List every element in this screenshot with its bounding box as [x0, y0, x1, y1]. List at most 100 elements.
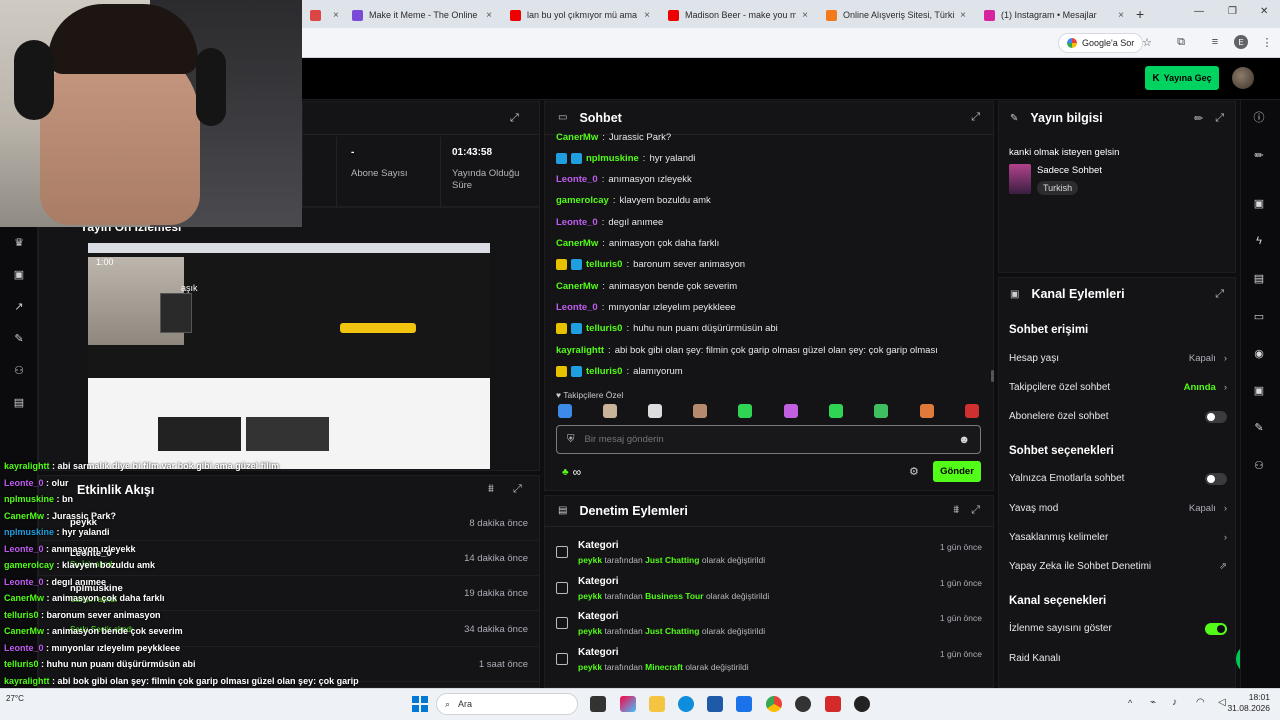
chat-username[interactable]: telluris0	[586, 259, 622, 270]
edge-icon[interactable]	[678, 696, 694, 712]
close-tab-icon[interactable]: ×	[1118, 10, 1124, 21]
send-button[interactable]: Gönder	[933, 461, 981, 482]
chrome-icon[interactable]	[766, 696, 782, 712]
browser-tab[interactable]: Madison Beer - make you mine ×	[660, 4, 816, 26]
expand-icon[interactable]: ⤢	[510, 112, 519, 125]
edit-icon[interactable]: ✏	[1194, 112, 1203, 125]
browser-tab[interactable]: Online Alışveriş Sitesi, Türkiye' ×	[818, 4, 974, 26]
filter-icon[interactable]: ⩩	[953, 504, 959, 517]
info-icon[interactable]: ⓘ	[1250, 108, 1268, 126]
stream-preview[interactable]: 1:00 aşık	[88, 243, 490, 469]
chat-points[interactable]: ♣ ∞	[562, 465, 581, 479]
chat-username[interactable]: nplmuskine	[586, 153, 639, 164]
chat-username[interactable]: telluris0	[586, 366, 622, 377]
microphone-icon[interactable]: ♪	[1172, 697, 1177, 708]
go-live-button[interactable]: K Yayına Geç	[1145, 66, 1219, 90]
subscribers-only-toggle[interactable]	[1205, 410, 1227, 423]
emote-icon[interactable]	[558, 404, 572, 418]
chat-username[interactable]: CanerMw	[556, 238, 598, 249]
store-icon[interactable]	[707, 696, 723, 712]
chat-username[interactable]: CanerMw	[556, 132, 598, 143]
moderation-user[interactable]: peykk	[578, 626, 602, 636]
menu-list-icon[interactable]: ≡	[1208, 35, 1222, 49]
extensions-icon[interactable]: ⧉	[1174, 35, 1188, 49]
filter-icon[interactable]: ⩩	[488, 483, 494, 496]
weather-widget[interactable]: 27°C	[6, 694, 24, 703]
video-icon[interactable]: ▣	[10, 265, 28, 283]
browser-tab[interactable]: Make it Meme - The Online Me ×	[344, 4, 500, 26]
chat-username[interactable]: gamerolcay	[556, 195, 609, 206]
close-tab-icon[interactable]: ×	[486, 10, 492, 21]
moderation-user[interactable]: peykk	[578, 662, 602, 672]
emote-icon[interactable]	[784, 404, 798, 418]
emoji-icon[interactable]: ☻	[958, 434, 970, 446]
chat-username[interactable]: kayralightt	[556, 345, 604, 356]
emote-icon[interactable]	[603, 404, 617, 418]
emote-only-toggle[interactable]	[1205, 472, 1227, 485]
close-tab-icon[interactable]: ×	[960, 10, 966, 21]
file-explorer-icon[interactable]	[649, 696, 665, 712]
wrench-icon[interactable]: ✎	[10, 329, 28, 347]
trophy-icon[interactable]: ♛	[10, 233, 28, 251]
close-tab-icon[interactable]: ×	[333, 10, 339, 21]
chat-username[interactable]: Leonte_0	[556, 302, 598, 313]
analytics-icon[interactable]: ↗	[10, 297, 28, 315]
tray-chevron-icon[interactable]: ^	[1128, 698, 1132, 708]
kebab-menu-icon[interactable]: ⋮	[1260, 35, 1274, 49]
emote-icon[interactable]	[874, 404, 888, 418]
windows-start-icon[interactable]	[412, 696, 428, 712]
emote-icon[interactable]	[920, 404, 934, 418]
community-icon[interactable]: ⚇	[10, 361, 28, 379]
chat-icon[interactable]: ▭	[1250, 307, 1268, 325]
followers-only-row[interactable]: Takipçilere özel sohbet Anında ›	[1000, 373, 1236, 402]
chat-input-box[interactable]: ⛨ ☻	[556, 425, 981, 454]
expand-icon[interactable]: ⤢	[513, 483, 522, 496]
emote-icon[interactable]	[648, 404, 662, 418]
expand-icon[interactable]: ⤢	[971, 111, 980, 124]
browser-tab[interactable]: lan bu yol çıkmıyor mü ama he ×	[502, 4, 658, 26]
edit-icon[interactable]: ✏	[1250, 146, 1268, 164]
clock[interactable]: 18:01 31.08.2026	[1222, 692, 1270, 714]
list-icon[interactable]: ▤	[1250, 269, 1268, 287]
player-icon[interactable]	[854, 696, 870, 712]
chat-message-input[interactable]	[584, 434, 949, 445]
emote-icon[interactable]	[693, 404, 707, 418]
network-icon[interactable]: ⌁	[1150, 697, 1156, 708]
video-icon[interactable]: ▣	[1250, 194, 1268, 212]
expand-icon[interactable]: ⤢	[971, 504, 980, 517]
emote-icon[interactable]	[965, 404, 979, 418]
user-avatar[interactable]	[1232, 67, 1254, 89]
moderation-user[interactable]: peykk	[578, 591, 602, 601]
raid-row[interactable]: Raid Kanalı	[1000, 644, 1236, 673]
task-view-icon[interactable]	[590, 696, 606, 712]
show-viewers-toggle[interactable]	[1205, 622, 1227, 635]
browser-tab[interactable]: (1) Instagram • Mesajlar ×	[976, 4, 1132, 26]
chat-scrollbar[interactable]	[991, 370, 994, 382]
moderation-user[interactable]: peykk	[578, 555, 602, 565]
close-tab-icon[interactable]: ×	[802, 10, 808, 21]
wifi-icon[interactable]: ◠	[1196, 697, 1205, 708]
chat-username[interactable]: Leonte_0	[556, 174, 598, 185]
close-window-button[interactable]: ✕	[1260, 6, 1268, 17]
lightning-icon[interactable]: ϟ	[1250, 232, 1268, 250]
profile-avatar[interactable]: E	[1234, 35, 1248, 49]
copilot-icon[interactable]	[620, 696, 636, 712]
community-icon[interactable]: ⚇	[1250, 456, 1268, 474]
expand-icon[interactable]: ⤢	[1215, 288, 1224, 301]
browser-tab[interactable]: le R×	[302, 4, 342, 26]
clipboard-icon[interactable]: ▣	[1250, 381, 1268, 399]
emote-icon[interactable]	[738, 404, 752, 418]
record-icon[interactable]: ◉	[1250, 344, 1268, 362]
mail-icon[interactable]	[736, 696, 752, 712]
expand-icon[interactable]: ⤢	[1215, 112, 1224, 125]
slow-mode-row[interactable]: Yavaş mod Kapalı ›	[1000, 494, 1236, 523]
shop-icon[interactable]: ▤	[10, 393, 28, 411]
chat-username[interactable]: CanerMw	[556, 281, 598, 292]
maximize-button[interactable]: ❐	[1228, 6, 1237, 17]
obs-icon[interactable]	[795, 696, 811, 712]
google-ask-button[interactable]: Google'a Sor	[1058, 33, 1144, 53]
minimize-button[interactable]: —	[1194, 6, 1204, 17]
emote-icon[interactable]	[829, 404, 843, 418]
account-age-row[interactable]: Hesap yaşı Kapalı ›	[1000, 344, 1236, 373]
ai-moderation-row[interactable]: Yapay Zeka ile Sohbet Denetimi ⇗	[1000, 552, 1236, 581]
